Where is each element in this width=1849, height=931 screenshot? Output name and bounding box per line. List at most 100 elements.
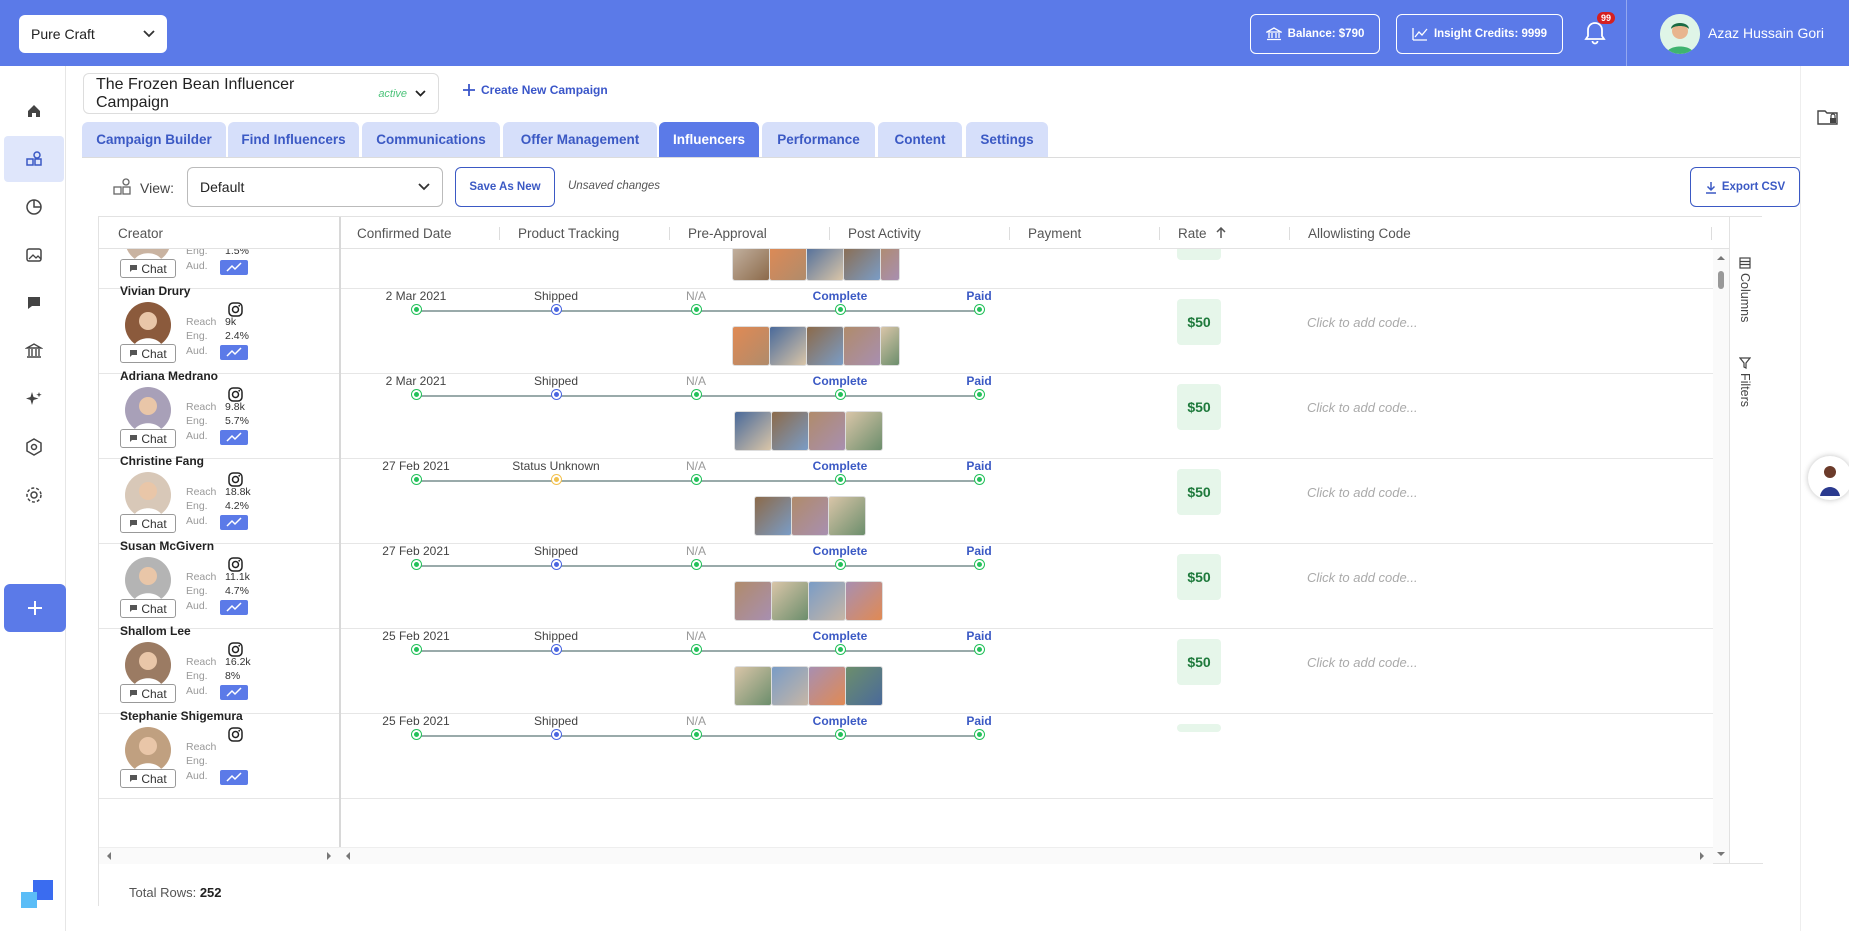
- folder-lock-icon[interactable]: [1817, 108, 1839, 126]
- insight-credits-button[interactable]: Insight Credits: 9999: [1396, 14, 1563, 54]
- rate-badge[interactable]: $50: [1177, 554, 1221, 600]
- audience-button[interactable]: [220, 685, 248, 700]
- campaign-select[interactable]: The Frozen Bean Influencer Campaign acti…: [83, 73, 439, 114]
- avatar[interactable]: [125, 472, 171, 518]
- post-activity-status[interactable]: Complete: [780, 289, 900, 303]
- scroll-left-icon[interactable]: [343, 851, 353, 861]
- rate-badge[interactable]: $50: [1177, 299, 1221, 345]
- col-header-payment[interactable]: Payment: [1028, 226, 1081, 241]
- balance-button[interactable]: Balance: $790: [1250, 14, 1380, 54]
- tab-campaign-builder[interactable]: Campaign Builder: [82, 122, 226, 157]
- vertical-scrollbar[interactable]: [1713, 249, 1729, 863]
- instagram-icon[interactable]: [228, 472, 243, 487]
- audience-button[interactable]: [220, 515, 248, 530]
- audience-button[interactable]: [220, 430, 248, 445]
- user-name[interactable]: Azaz Hussain Gori: [1708, 25, 1824, 41]
- post-activity-status[interactable]: Complete: [780, 544, 900, 558]
- workspace-select[interactable]: Pure Craft: [19, 15, 167, 53]
- product-tracking-status[interactable]: Shipped: [496, 629, 616, 643]
- product-tracking-status[interactable]: Shipped: [496, 374, 616, 388]
- allowlisting-code-cell[interactable]: Click to add code...: [1307, 315, 1418, 330]
- sidebar-campaigns[interactable]: [4, 136, 64, 182]
- col-separator[interactable]: [669, 227, 670, 240]
- payment-status[interactable]: Paid: [919, 289, 1039, 303]
- scroll-left-icon[interactable]: [104, 851, 114, 861]
- sidebar-integrations[interactable]: [4, 424, 64, 470]
- rate-badge[interactable]: $50: [1177, 249, 1221, 260]
- sidebar-reports[interactable]: [4, 184, 64, 230]
- creator-name[interactable]: Shallom Lee: [120, 624, 191, 638]
- rate-badge[interactable]: $50: [1177, 384, 1221, 430]
- col-header-creator[interactable]: Creator: [118, 226, 163, 241]
- payment-status[interactable]: Paid: [919, 714, 1039, 728]
- col-separator[interactable]: [829, 227, 830, 240]
- tab-offer-management[interactable]: Offer Management: [503, 122, 657, 157]
- tab-communications[interactable]: Communications: [362, 122, 500, 157]
- col-header-product-tracking[interactable]: Product Tracking: [518, 226, 619, 241]
- tab-settings[interactable]: Settings: [966, 122, 1048, 157]
- post-activity-status[interactable]: Complete: [780, 714, 900, 728]
- sidebar-settings[interactable]: [4, 472, 64, 518]
- avatar[interactable]: [125, 642, 171, 688]
- allowlisting-code-cell[interactable]: Click to add code...: [1307, 655, 1418, 670]
- payment-status[interactable]: Paid: [919, 544, 1039, 558]
- filters-panel-toggle[interactable]: Filters: [1738, 357, 1752, 407]
- instagram-icon[interactable]: [228, 302, 243, 317]
- tab-performance[interactable]: Performance: [762, 122, 875, 157]
- col-header-confirmed-date[interactable]: Confirmed Date: [357, 226, 452, 241]
- sidebar-home[interactable]: [4, 88, 64, 134]
- export-csv-button[interactable]: Export CSV: [1690, 167, 1800, 207]
- col-header-post-activity[interactable]: Post Activity: [848, 226, 921, 241]
- avatar[interactable]: [125, 557, 171, 603]
- sidebar-ai[interactable]: [4, 376, 64, 422]
- instagram-icon[interactable]: [228, 727, 243, 742]
- col-header-allowlisting-code[interactable]: Allowlisting Code: [1308, 226, 1411, 241]
- allowlisting-code-cell[interactable]: Click to add code...: [1307, 485, 1418, 500]
- user-avatar[interactable]: [1660, 14, 1700, 54]
- rate-badge[interactable]: $50: [1177, 639, 1221, 685]
- table-row[interactable]: Stephanie Shigemura Reach Eng. Aud. Chat 25 F…: [99, 699, 1713, 799]
- audience-button[interactable]: [220, 600, 248, 615]
- product-tracking-status[interactable]: Status Unknown: [496, 459, 616, 473]
- payment-status[interactable]: Paid: [919, 374, 1039, 388]
- payment-status[interactable]: Paid: [919, 629, 1039, 643]
- scroll-right-icon[interactable]: [1697, 851, 1707, 861]
- chat-button[interactable]: Chat: [120, 769, 176, 788]
- instagram-icon[interactable]: [228, 387, 243, 402]
- support-avatar[interactable]: [1808, 456, 1849, 500]
- scroll-up-icon[interactable]: [1713, 253, 1729, 263]
- avatar[interactable]: [125, 302, 171, 348]
- col-header-pre-approval[interactable]: Pre-Approval: [688, 226, 767, 241]
- save-as-new-button[interactable]: Save As New: [455, 167, 555, 207]
- col-separator[interactable]: [1009, 227, 1010, 240]
- creator-name[interactable]: Christine Fang: [120, 454, 204, 468]
- horizontal-scrollbar[interactable]: [99, 847, 1713, 864]
- audience-button[interactable]: [220, 260, 248, 275]
- post-activity-status[interactable]: Complete: [780, 459, 900, 473]
- col-separator[interactable]: [1711, 227, 1712, 240]
- payment-status[interactable]: Paid: [919, 459, 1039, 473]
- creator-name[interactable]: Vivian Drury: [120, 284, 190, 298]
- creator-name[interactable]: Adriana Medrano: [120, 369, 218, 383]
- instagram-icon[interactable]: [228, 557, 243, 572]
- avatar[interactable]: [125, 387, 171, 433]
- rate-badge[interactable]: [1177, 724, 1221, 732]
- product-tracking-status[interactable]: Shipped: [496, 714, 616, 728]
- avatar[interactable]: [125, 727, 171, 773]
- rate-badge[interactable]: $50: [1177, 469, 1221, 515]
- view-select[interactable]: Default: [187, 167, 443, 207]
- instagram-icon[interactable]: [228, 642, 243, 657]
- sidebar-messages[interactable]: [4, 280, 64, 326]
- audience-button[interactable]: [220, 770, 248, 785]
- scroll-right-icon[interactable]: [324, 851, 334, 861]
- scrollbar-thumb[interactable]: [1718, 271, 1724, 289]
- tab-find-influencers[interactable]: Find Influencers: [228, 122, 359, 157]
- tab-content[interactable]: Content: [878, 122, 962, 157]
- col-header-rate[interactable]: Rate: [1178, 226, 1226, 241]
- col-separator[interactable]: [499, 227, 500, 240]
- tab-influencers[interactable]: Influencers: [659, 122, 759, 157]
- allowlisting-code-cell[interactable]: Click to add code...: [1307, 570, 1418, 585]
- create-campaign-link[interactable]: Create New Campaign: [463, 83, 608, 97]
- audience-button[interactable]: [220, 345, 248, 360]
- sidebar-add-button[interactable]: [4, 584, 66, 632]
